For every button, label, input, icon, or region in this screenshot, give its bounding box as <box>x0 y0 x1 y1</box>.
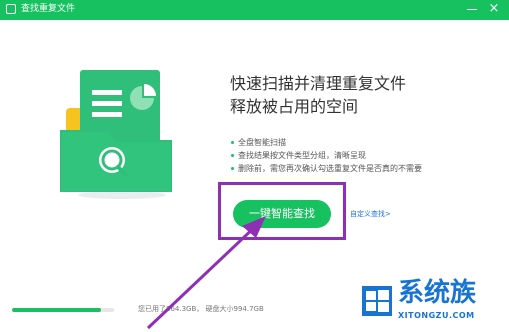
custom-search-link[interactable]: 自定义查找> <box>350 209 391 219</box>
disk-usage-bar <box>12 308 114 312</box>
annotation-arrow <box>146 216 266 330</box>
windows-logo-icon <box>362 286 392 316</box>
minimize-icon[interactable] <box>465 2 479 16</box>
watermark-brand: 系统族 <box>398 278 477 308</box>
disk-usage-fill <box>12 308 101 312</box>
watermark: 系统族 XITONGZU.COM <box>358 272 509 332</box>
feature-item: 全盘智能扫描 <box>231 136 422 149</box>
title-bar: 查找重复文件 × <box>0 0 509 20</box>
feature-item: 删除前，需您再次确认勾选重复文件是否真的不需要 <box>231 162 422 175</box>
headline-line-2: 释放被占用的空间 <box>230 97 359 116</box>
watermark-url: XITONGZU.COM <box>398 311 475 320</box>
feature-list: 全盘智能扫描 查找结果按文件类型分组，清晰呈现 删除前，需您再次确认勾选重复文件… <box>231 136 422 175</box>
headline-line-1: 快速扫描并清理重复文件 <box>230 74 407 93</box>
close-icon[interactable]: × <box>487 2 501 16</box>
feature-item: 查找结果按文件类型分组，清晰呈现 <box>231 149 422 162</box>
app-icon <box>6 4 16 14</box>
folder-search-illustration <box>60 70 172 199</box>
headline: 快速扫描并清理重复文件 释放被占用的空间 <box>230 72 406 118</box>
window-title: 查找重复文件 <box>21 4 76 14</box>
